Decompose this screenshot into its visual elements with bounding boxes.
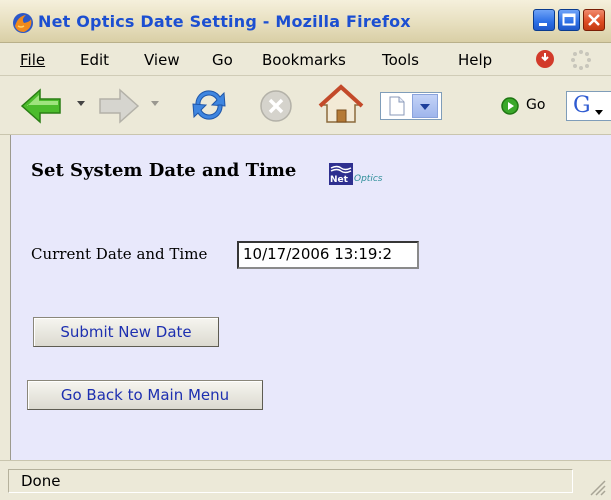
close-button[interactable] (583, 9, 605, 31)
back-arrow-icon[interactable] (20, 88, 64, 124)
logo-net-text: Net (330, 175, 349, 185)
home-icon[interactable] (318, 84, 364, 126)
minimize-icon (539, 23, 547, 26)
menu-help-label: Help (458, 51, 493, 69)
maximize-button[interactable] (558, 9, 580, 31)
status-text: Done (8, 469, 573, 493)
minimize-button[interactable] (533, 9, 555, 31)
menu-view[interactable]: View (144, 51, 180, 69)
menu-tools[interactable]: Tools (382, 51, 419, 69)
menu-edit[interactable]: Edit (80, 51, 109, 69)
back-dropdown-icon[interactable] (76, 100, 86, 108)
menu-edit-label: Edit (80, 51, 110, 69)
window-title: Net Optics Date Setting - Mozilla Firefo… (38, 12, 411, 31)
chevron-down-icon (420, 104, 430, 110)
menu-go[interactable]: Go (212, 51, 233, 69)
menu-view-label: View (144, 51, 180, 69)
forward-dropdown-icon[interactable] (150, 100, 160, 108)
logo-optics-text: Optics (354, 174, 383, 184)
menu-tools-label: Tools (382, 51, 419, 69)
browser-window: Net Optics Date Setting - Mozilla Firefo… (0, 0, 611, 500)
window-controls (533, 9, 605, 31)
status-bar: Done (0, 460, 611, 500)
title-bar: Net Optics Date Setting - Mozilla Firefo… (0, 0, 611, 43)
page-title: Set System Date and Time (31, 160, 297, 181)
page-icon (389, 96, 405, 116)
menu-file[interactable]: File (20, 51, 45, 69)
close-icon (588, 14, 600, 26)
go-icon[interactable] (500, 96, 520, 116)
search-engine-icon: G (573, 93, 591, 118)
search-bar[interactable]: G (566, 91, 611, 121)
page-content: Set System Date and Time Net Optics Curr… (10, 135, 611, 460)
menu-help[interactable]: Help (458, 51, 492, 69)
reload-icon[interactable] (188, 84, 230, 126)
current-datetime-label: Current Date and Time (31, 245, 208, 263)
stop-sign-icon[interactable] (535, 49, 555, 69)
resize-grip-icon[interactable] (585, 475, 607, 497)
stop-icon[interactable] (258, 88, 294, 124)
menu-bookmarks[interactable]: Bookmarks (262, 51, 346, 69)
firefox-icon (13, 13, 33, 33)
go-button-label[interactable]: Go (526, 97, 545, 113)
back-to-main-menu-button[interactable]: Go Back to Main Menu (27, 380, 263, 410)
menu-bookmarks-label: Bookmarks (262, 51, 346, 69)
forward-arrow-icon[interactable] (96, 88, 140, 124)
address-dropdown-button[interactable] (412, 94, 438, 118)
submit-new-date-button[interactable]: Submit New Date (33, 317, 219, 347)
throbber-icon (571, 50, 591, 70)
menu-file-label: File (20, 51, 46, 69)
net-optics-logo: Net Optics (329, 163, 383, 185)
search-engine-dropdown-icon (595, 110, 603, 115)
maximize-icon (562, 13, 576, 26)
current-datetime-field[interactable]: 10/17/2006 13:19:2 (237, 241, 419, 269)
menu-go-label: Go (212, 51, 233, 69)
menu-bar: File Edit View Go Bookmarks Tools Help (0, 43, 611, 76)
